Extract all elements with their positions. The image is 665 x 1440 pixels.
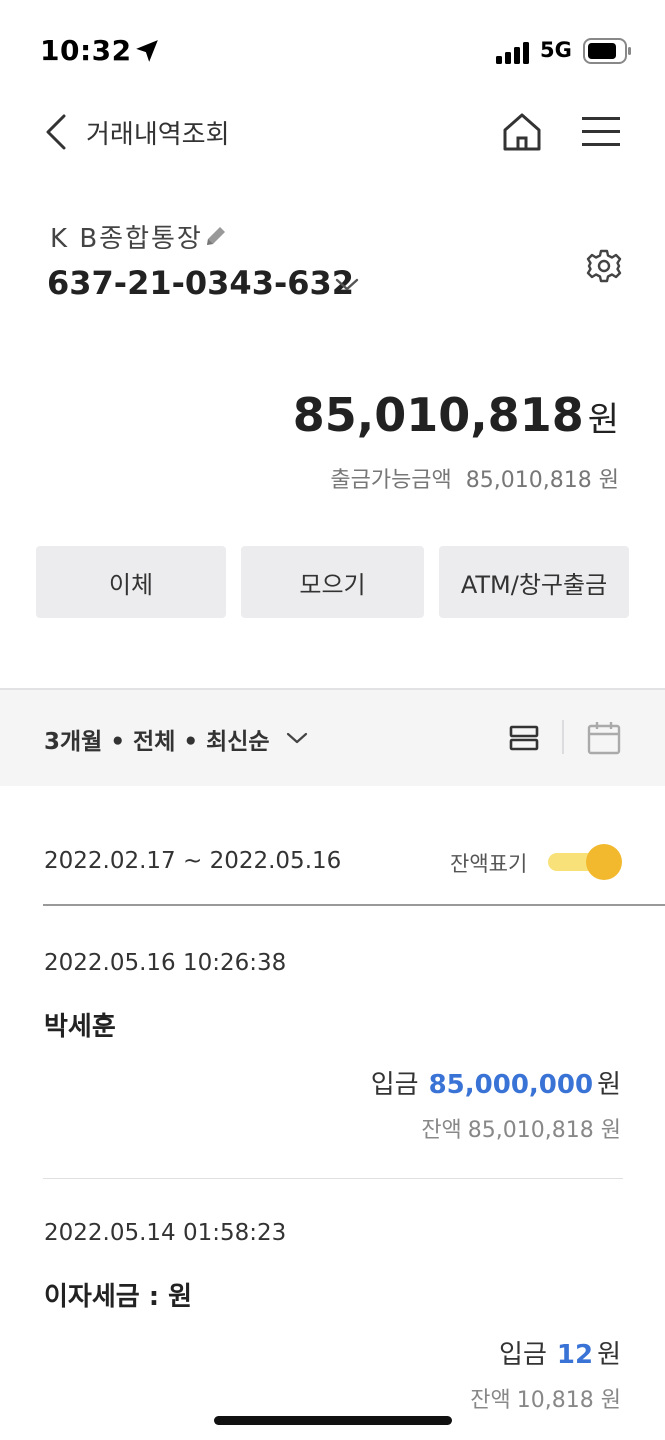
transaction-balance-label: 잔액 [421, 1118, 462, 1143]
status-bar: 10:32 5G [0, 0, 665, 100]
chevron-down-icon[interactable] [334, 272, 360, 296]
home-indicator[interactable] [214, 1416, 452, 1425]
transaction-balance: 10,818 원 [516, 1388, 621, 1413]
transaction-amount: 12 [556, 1340, 594, 1370]
transaction-type: 입금 [370, 1070, 419, 1100]
status-time: 10:32 [40, 34, 132, 67]
date-range-row: 2022.02.17 ~ 2022.05.16 잔액표기 [0, 840, 665, 900]
account-name: K B종합통장 [50, 224, 203, 254]
nav-bar: 거래내역조회 [0, 100, 665, 164]
list-view-icon[interactable] [508, 722, 540, 754]
transaction-amount-unit: 원 [597, 1070, 621, 1100]
available-amount: 85,010,818 원 [465, 468, 619, 493]
transaction-amount-row: 입금 12 원 [499, 1334, 621, 1371]
balance-display-label: 잔액표기 [450, 852, 528, 876]
available-label: 출금가능금액 [330, 468, 452, 493]
transaction-amount-row: 입금 85,000,000 원 [371, 1064, 621, 1101]
transaction-balance-row: 잔액 85,010,818 원 [421, 1112, 621, 1144]
transaction-type: 입금 [499, 1340, 547, 1370]
view-toggle-separator [562, 720, 564, 754]
gear-icon[interactable] [586, 248, 622, 284]
page-title: 거래내역조회 [86, 120, 230, 150]
transaction-time: 2022.05.16 10:26:38 [44, 950, 287, 976]
account-number[interactable]: 637-21-0343-632 [47, 264, 354, 302]
transaction-balance: 85,010,818 원 [467, 1118, 621, 1143]
date-range: 2022.02.17 ~ 2022.05.16 [44, 848, 342, 874]
atm-withdraw-button[interactable]: ATM/창구출금 [439, 546, 629, 618]
balance-amount: 85,010,818 [292, 388, 584, 442]
transaction-divider [43, 1178, 623, 1179]
home-icon[interactable] [500, 110, 544, 154]
filter-dropdown[interactable]: 3개월 • 전체 • 최신순 [44, 722, 270, 756]
transaction-item[interactable]: 2022.05.16 10:26:38 박세훈 입금 85,000,000 원 … [0, 940, 665, 1180]
battery-icon [583, 38, 631, 64]
toggle-knob [586, 844, 622, 880]
transaction-amount-unit: 원 [597, 1340, 621, 1370]
collect-button[interactable]: 모으기 [241, 546, 424, 618]
transaction-balance-row: 잔액 10,818 원 [470, 1382, 621, 1414]
transaction-time: 2022.05.14 01:58:23 [44, 1220, 287, 1246]
back-arrow-icon[interactable] [40, 112, 72, 152]
location-arrow-icon [136, 40, 158, 62]
network-type: 5G [540, 38, 572, 62]
chevron-down-icon[interactable] [286, 728, 308, 748]
pencil-edit-icon[interactable] [202, 222, 230, 250]
transfer-button-label: 이체 [108, 570, 154, 599]
transaction-item[interactable]: 2022.05.14 01:58:23 이자세금 : 원 입금 12 원 잔액 … [0, 1208, 665, 1418]
filter-bar: 3개월 • 전체 • 최신순 [0, 690, 665, 786]
range-divider [43, 904, 665, 906]
collect-button-label: 모으기 [299, 570, 366, 599]
balance-display-toggle[interactable] [548, 844, 624, 880]
balance: 85,010,818 원 [293, 388, 619, 442]
transaction-name: 박세훈 [44, 1012, 116, 1042]
balance-unit: 원 [587, 400, 619, 440]
atm-withdraw-button-label: ATM/창구출금 [460, 570, 608, 599]
transaction-name: 이자세금 : 원 [44, 1282, 193, 1312]
transaction-amount: 85,000,000 [428, 1070, 594, 1100]
cellular-signal-icon [496, 42, 529, 64]
menu-icon[interactable] [580, 112, 622, 152]
calendar-icon[interactable] [586, 720, 622, 756]
transaction-balance-label: 잔액 [470, 1388, 511, 1413]
transfer-button[interactable]: 이체 [36, 546, 226, 618]
available-balance: 출금가능금액 85,010,818 원 [330, 462, 619, 494]
